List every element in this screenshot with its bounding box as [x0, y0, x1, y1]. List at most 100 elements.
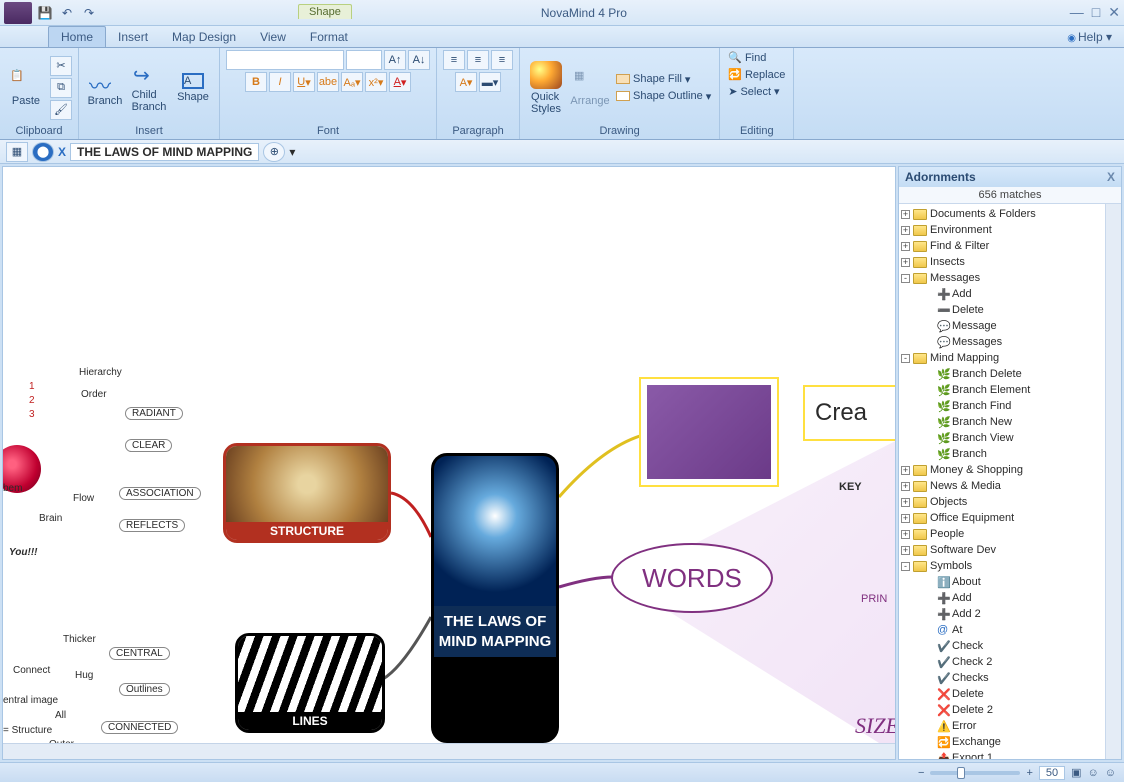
- zoom-slider[interactable]: [930, 771, 1020, 775]
- tree-item[interactable]: @At: [899, 622, 1105, 638]
- branch-button[interactable]: 〰Branch: [85, 69, 125, 107]
- case-button[interactable]: Aₐ▾: [341, 72, 363, 92]
- tree-item[interactable]: ➖Delete: [899, 302, 1105, 318]
- quick-styles-button[interactable]: Quick Styles: [526, 61, 566, 115]
- tree-toggle[interactable]: +: [901, 242, 910, 251]
- tree-folder[interactable]: +Office Equipment: [899, 510, 1105, 526]
- tree-item[interactable]: 🌿Branch Find: [899, 398, 1105, 414]
- replace-button[interactable]: 🔁Replace: [726, 67, 787, 82]
- tree-item[interactable]: ✔️Check 2: [899, 654, 1105, 670]
- paste-button[interactable]: 📋 Paste: [6, 69, 46, 107]
- font-family-select[interactable]: [226, 50, 344, 70]
- tree-item[interactable]: 🌿Branch Element: [899, 382, 1105, 398]
- close-icon[interactable]: ✕: [1108, 4, 1120, 21]
- tree-toggle[interactable]: -: [901, 562, 910, 571]
- fit-icon[interactable]: ▣: [1071, 766, 1081, 779]
- copy-button[interactable]: ⧉: [50, 78, 72, 98]
- tree-toggle[interactable]: +: [901, 530, 910, 539]
- bold-button[interactable]: B: [245, 72, 267, 92]
- zoom-value[interactable]: 50: [1039, 766, 1065, 780]
- maximize-icon[interactable]: □: [1092, 4, 1100, 21]
- shape-button[interactable]: AShape: [173, 73, 213, 103]
- tree-toggle[interactable]: +: [901, 226, 910, 235]
- tree-item[interactable]: 🌿Branch Delete: [899, 366, 1105, 382]
- font-color-button[interactable]: A▾: [389, 72, 411, 92]
- italic-button[interactable]: I: [269, 72, 291, 92]
- tree-item[interactable]: 🌿Branch New: [899, 414, 1105, 430]
- minimize-icon[interactable]: —: [1070, 4, 1084, 21]
- grow-font-button[interactable]: A↑: [384, 50, 406, 70]
- align-right-button[interactable]: ≡: [491, 50, 513, 70]
- tree-item[interactable]: 🔁Exchange: [899, 734, 1105, 750]
- tree-item[interactable]: 💬Message: [899, 318, 1105, 334]
- tree-folder[interactable]: -Messages: [899, 270, 1105, 286]
- tree-toggle[interactable]: +: [901, 466, 910, 475]
- child-branch-button[interactable]: ↪Child Branch: [129, 63, 169, 113]
- tree-folder[interactable]: +Find & Filter: [899, 238, 1105, 254]
- font-size-select[interactable]: [346, 50, 382, 70]
- zoom-out-icon[interactable]: −: [918, 767, 924, 779]
- central-topic[interactable]: THE LAWS OF MIND MAPPING: [431, 453, 559, 743]
- fill-button[interactable]: ▬▾: [479, 72, 501, 92]
- tree-item[interactable]: 🌿Branch View: [899, 430, 1105, 446]
- target-icon[interactable]: ⊕: [263, 142, 285, 162]
- tree-toggle[interactable]: -: [901, 354, 910, 363]
- tree-toggle[interactable]: +: [901, 498, 910, 507]
- tree-item[interactable]: ➕Add 2: [899, 606, 1105, 622]
- redo-icon[interactable]: ↷: [80, 4, 98, 22]
- tree-folder[interactable]: -Mind Mapping: [899, 350, 1105, 366]
- mindmap-canvas[interactable]: Hierarchy Order RADIANT CLEAR ASSOCIATIO…: [3, 167, 895, 743]
- node-structure[interactable]: STRUCTURE: [223, 443, 391, 543]
- smiley-icon[interactable]: ☺: [1088, 767, 1099, 779]
- tree-toggle[interactable]: -: [901, 274, 910, 283]
- underline-button[interactable]: U ▾: [293, 72, 315, 92]
- tree-item[interactable]: ➕Add: [899, 590, 1105, 606]
- tree-toggle[interactable]: +: [901, 546, 910, 555]
- node-lines[interactable]: LINES: [235, 633, 385, 733]
- tree-item[interactable]: 🌿Branch: [899, 446, 1105, 462]
- tree-item[interactable]: ➕Add: [899, 286, 1105, 302]
- tree-item[interactable]: ❌Delete: [899, 686, 1105, 702]
- app-logo[interactable]: [4, 2, 32, 24]
- vertical-scrollbar[interactable]: [1105, 204, 1121, 759]
- arrange-button[interactable]: ▦Arrange: [570, 69, 610, 107]
- align-center-button[interactable]: ≡: [467, 50, 489, 70]
- select-button[interactable]: ➤Select ▾: [726, 84, 781, 99]
- shape-outline-button[interactable]: Shape Outline ▾: [614, 89, 713, 104]
- tree-folder[interactable]: +Money & Shopping: [899, 462, 1105, 478]
- tree-folder[interactable]: +Documents & Folders: [899, 206, 1105, 222]
- align-left-button[interactable]: ≡: [443, 50, 465, 70]
- tree-folder[interactable]: -Symbols: [899, 558, 1105, 574]
- tree-toggle[interactable]: +: [901, 258, 910, 267]
- tree-folder[interactable]: +Objects: [899, 494, 1105, 510]
- tree-item[interactable]: ⚠️Error: [899, 718, 1105, 734]
- tree-folder[interactable]: +Software Dev: [899, 542, 1105, 558]
- breadcrumb-title[interactable]: THE LAWS OF MIND MAPPING: [70, 143, 259, 161]
- superscript-button[interactable]: x²▾: [365, 72, 387, 92]
- smiley2-icon[interactable]: ☺: [1105, 767, 1116, 779]
- tab-map-design[interactable]: Map Design: [160, 27, 248, 47]
- tree-folder[interactable]: +News & Media: [899, 478, 1105, 494]
- horizontal-scrollbar[interactable]: [3, 743, 895, 759]
- delete-x-icon[interactable]: X: [58, 145, 66, 159]
- tree-item[interactable]: 📤Export 1: [899, 750, 1105, 759]
- highlight-button[interactable]: A▾: [455, 72, 477, 92]
- tree-folder[interactable]: +Environment: [899, 222, 1105, 238]
- tab-home[interactable]: Home: [48, 26, 106, 47]
- shrink-font-button[interactable]: A↓: [408, 50, 430, 70]
- format-painter-button[interactable]: 🖌: [50, 100, 72, 120]
- tab-view[interactable]: View: [248, 27, 298, 47]
- slider-thumb[interactable]: [957, 767, 965, 779]
- find-button[interactable]: 🔍Find: [726, 50, 768, 65]
- node-words[interactable]: WORDS: [611, 543, 773, 613]
- zoom-in-icon[interactable]: +: [1026, 767, 1032, 779]
- tree-item[interactable]: ✔️Check: [899, 638, 1105, 654]
- save-icon[interactable]: 💾: [36, 4, 54, 22]
- adornments-tree[interactable]: +Documents & Folders+Environment+Find & …: [899, 204, 1105, 759]
- contextual-tab-shape[interactable]: Shape: [298, 4, 352, 19]
- nav-back-icon[interactable]: ⬤: [32, 142, 54, 162]
- tree-item[interactable]: ✔️Checks: [899, 670, 1105, 686]
- tree-toggle[interactable]: +: [901, 482, 910, 491]
- undo-icon[interactable]: ↶: [58, 4, 76, 22]
- cut-button[interactable]: ✂: [50, 56, 72, 76]
